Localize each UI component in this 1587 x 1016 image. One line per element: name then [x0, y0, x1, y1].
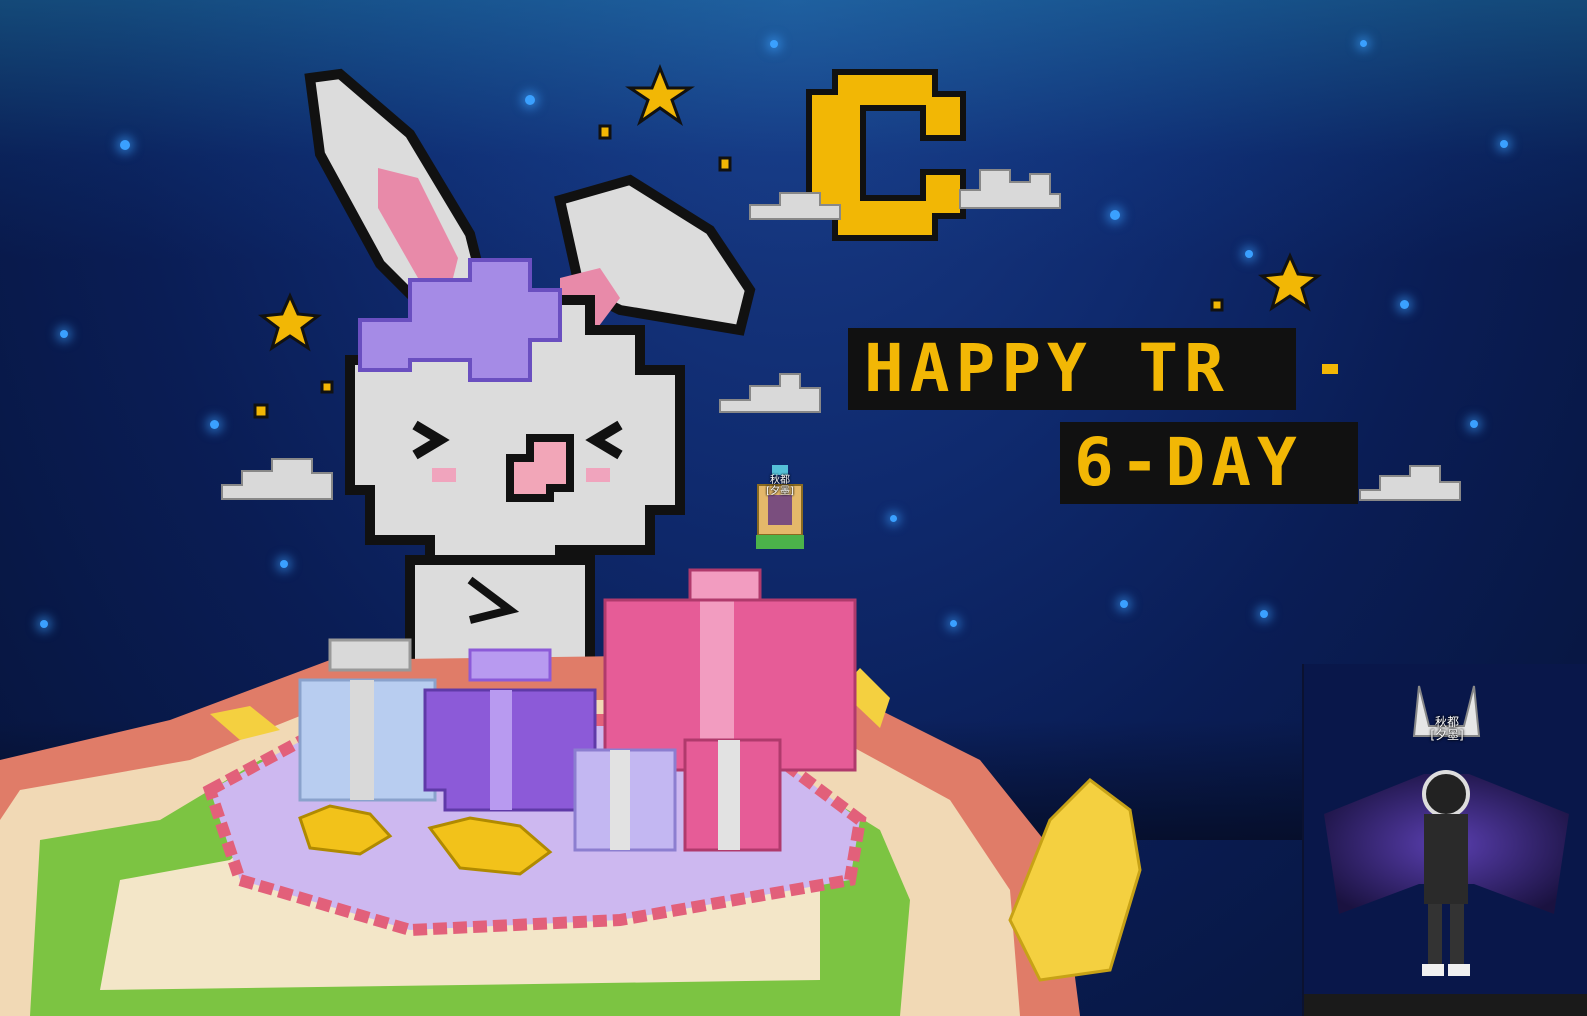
player-name-tag: 秋都 [夕墨]	[766, 475, 794, 497]
profile-name-tag: 秋都 [夕墨]	[1430, 715, 1464, 742]
birthday-banner-line1: HAPPY TR	[848, 328, 1296, 410]
star-dot	[320, 380, 334, 394]
star-dot	[598, 124, 612, 140]
character-profile-panel: 秋都 [夕墨]	[1302, 664, 1587, 1016]
game-scene: HAPPY TR 6-DAY 秋都 [夕墨] 秋都 [夕墨]	[0, 0, 1587, 1016]
cloud	[959, 169, 1061, 209]
star	[1258, 252, 1322, 312]
cloud	[221, 458, 333, 500]
birthday-banner-line2: 6-DAY	[1060, 422, 1358, 504]
masked-head	[1422, 770, 1470, 818]
star	[625, 63, 695, 126]
character-body	[1424, 814, 1468, 904]
cloud	[719, 373, 821, 413]
star	[258, 292, 322, 352]
star-dot	[718, 156, 732, 172]
star-dot	[1210, 298, 1224, 312]
star-dot	[253, 403, 269, 419]
player-character[interactable]: 秋都 [夕墨]	[752, 465, 808, 555]
banner-dash	[1322, 364, 1338, 374]
cloud	[1359, 465, 1461, 501]
